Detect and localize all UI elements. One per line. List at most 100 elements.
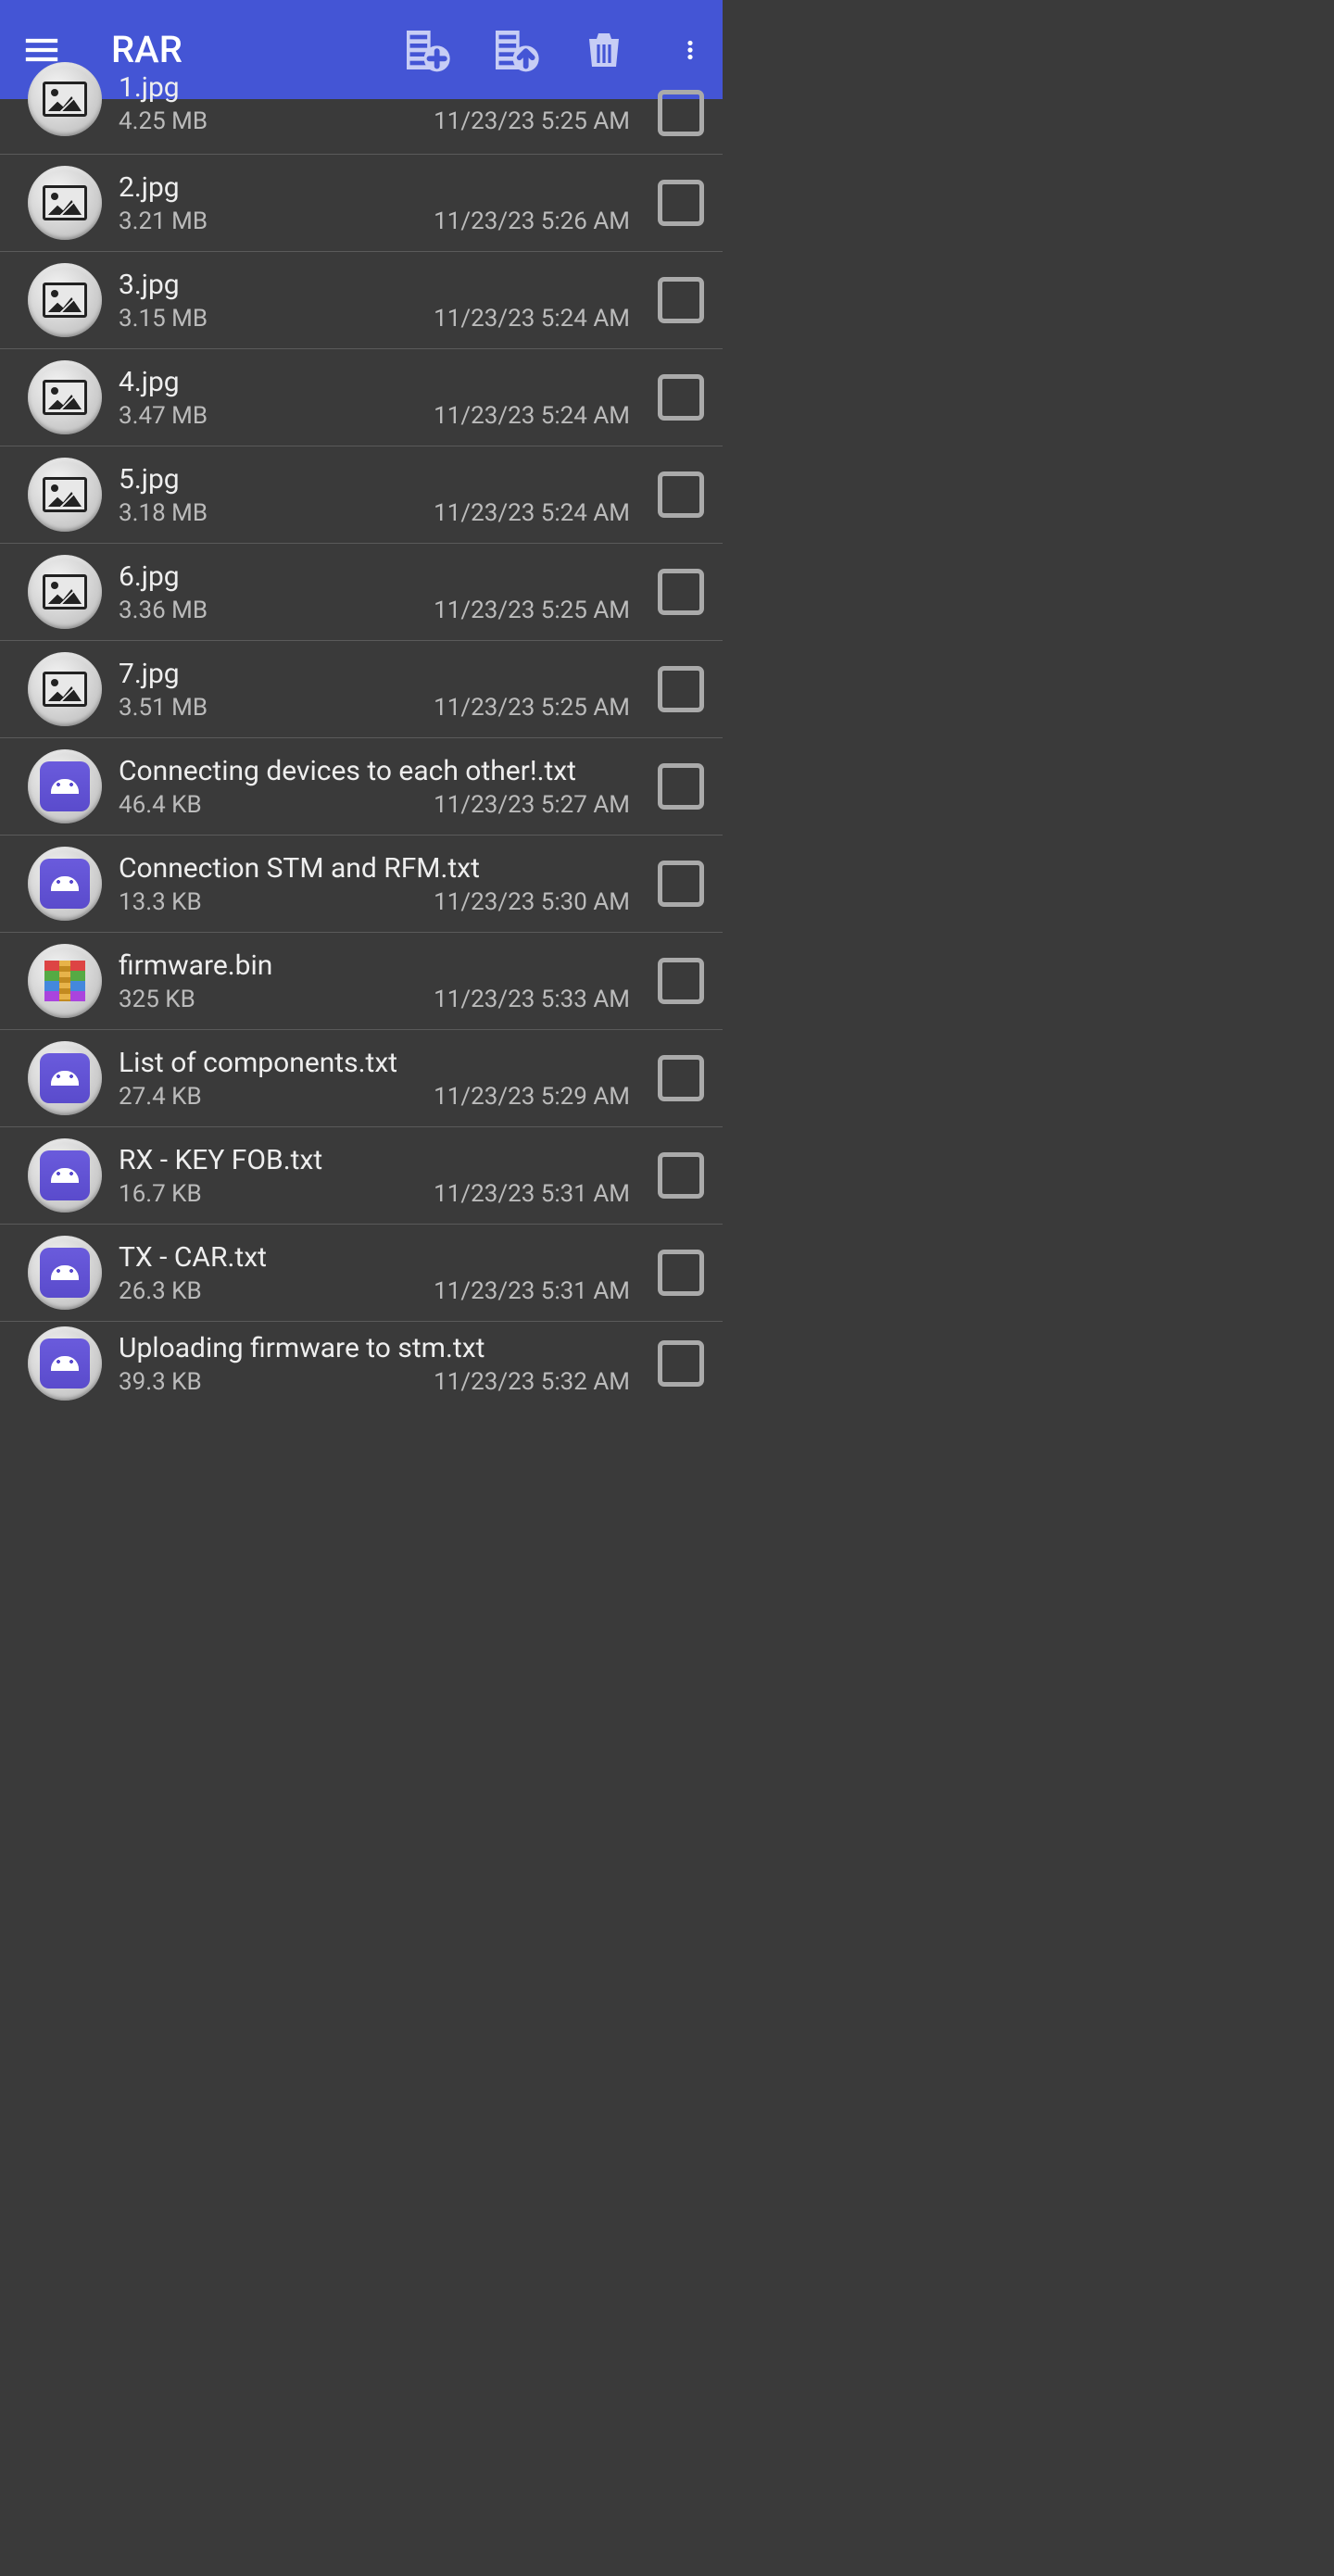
file-row[interactable]: List of components.txt27.4 KB11/23/23 5:… [0, 1030, 723, 1127]
file-type-icon [28, 458, 102, 532]
file-row[interactable]: firmware.bin325 KB11/23/23 5:33 AM [0, 933, 723, 1030]
file-name: 7.jpg [119, 658, 630, 690]
file-row[interactable]: 7.jpg 3.51 MB11/23/23 5:25 AM [0, 641, 723, 738]
file-meta: 3.51 MB11/23/23 5:25 AM [119, 694, 630, 722]
delete-button[interactable] [578, 24, 630, 76]
android-icon [40, 1248, 90, 1298]
file-type-icon [28, 360, 102, 434]
image-icon [43, 672, 87, 707]
file-info: TX - CAR.txt 26.3 KB 11/23/23 5:31 AM [119, 1241, 630, 1305]
file-info: 2.jpg 3.21 MB11/23/23 5:26 AM [119, 171, 630, 235]
file-type-icon [28, 166, 102, 240]
image-icon [43, 185, 87, 220]
file-name: 1.jpg [119, 71, 630, 104]
file-checkbox[interactable] [658, 861, 704, 907]
file-row[interactable]: Connection STM and RFM.txt13.3 KB11/23/2… [0, 836, 723, 933]
image-icon [43, 574, 87, 609]
file-size: 3.47 MB [119, 402, 208, 430]
file-checkbox[interactable] [658, 1250, 704, 1296]
file-row[interactable]: 2.jpg 3.21 MB11/23/23 5:26 AM [0, 155, 723, 252]
file-type-icon [28, 847, 102, 921]
file-info: 6.jpg 3.36 MB11/23/23 5:25 AM [119, 560, 630, 624]
file-size: 3.15 MB [119, 305, 208, 333]
file-row[interactable]: TX - CAR.txt 26.3 KB 11/23/23 5:31 AM [0, 1225, 723, 1322]
file-date: 11/23/23 5:29 AM [434, 1083, 630, 1111]
file-checkbox[interactable] [658, 569, 704, 615]
file-size: 3.21 MB [119, 207, 208, 235]
file-date: 11/23/23 5:31 AM [434, 1277, 630, 1305]
file-meta: 3.36 MB11/23/23 5:25 AM [119, 597, 630, 624]
file-name: Connecting devices to each other!.txt [119, 755, 630, 787]
file-size: 3.36 MB [119, 597, 208, 624]
file-checkbox[interactable] [658, 958, 704, 1004]
file-type-icon [28, 1138, 102, 1213]
file-date: 11/23/23 5:24 AM [434, 402, 630, 430]
file-row[interactable]: 6.jpg 3.36 MB11/23/23 5:25 AM [0, 544, 723, 641]
file-checkbox[interactable] [658, 666, 704, 712]
file-row[interactable]: Uploading firmware to stm.txt 39.3 KB 11/2… [0, 1322, 723, 1405]
file-size: 26.3 KB [119, 1277, 202, 1305]
file-row[interactable]: 1.jpg4.25 MB11/23/23 5:25 AM [0, 99, 723, 155]
file-row[interactable]: 4.jpg3.47 MB11/23/23 5:24 AM [0, 349, 723, 446]
file-row[interactable]: Connecting devices to each other!.txt 46.… [0, 738, 723, 836]
file-info: List of components.txt27.4 KB11/23/23 5:… [119, 1047, 630, 1111]
file-checkbox[interactable] [658, 763, 704, 810]
app-title: RAR [111, 28, 391, 71]
file-info: Connection STM and RFM.txt13.3 KB11/23/2… [119, 852, 630, 916]
extract-archive-button[interactable] [489, 24, 541, 76]
file-name: TX - CAR.txt [119, 1241, 630, 1274]
file-size: 46.4 KB [119, 791, 202, 819]
file-type-icon [28, 1041, 102, 1115]
file-row[interactable]: RX - KEY FOB.txt16.7 KB11/23/23 5:31 AM [0, 1127, 723, 1225]
file-type-icon [28, 749, 102, 823]
file-date: 11/23/23 5:32 AM [434, 1368, 630, 1396]
file-checkbox[interactable] [658, 1055, 704, 1101]
file-list: 1.jpg4.25 MB11/23/23 5:25 AM 2.jpg 3.21 MB… [0, 99, 723, 1405]
file-row[interactable]: 5.jpg3.18 MB11/23/23 5:24 AM [0, 446, 723, 544]
android-icon [40, 1150, 90, 1200]
archive-add-icon [400, 24, 452, 76]
file-name: Uploading firmware to stm.txt [119, 1332, 630, 1364]
file-info: 3.jpg3.15 MB11/23/23 5:24 AM [119, 269, 630, 333]
file-checkbox[interactable] [658, 1152, 704, 1199]
file-info: Uploading firmware to stm.txt 39.3 KB 11/2… [119, 1332, 630, 1396]
file-checkbox[interactable] [658, 471, 704, 518]
file-row[interactable]: 3.jpg3.15 MB11/23/23 5:24 AM [0, 252, 723, 349]
file-info: RX - KEY FOB.txt16.7 KB11/23/23 5:31 AM [119, 1144, 630, 1208]
file-size: 3.18 MB [119, 499, 208, 527]
file-date: 11/23/23 5:25 AM [434, 107, 630, 135]
file-meta: 4.25 MB11/23/23 5:25 AM [119, 107, 630, 135]
file-meta: 46.4 KB11/23/23 5:27 AM [119, 791, 630, 819]
image-icon [43, 380, 87, 415]
file-size: 325 KB [119, 986, 195, 1013]
file-name: 2.jpg [119, 171, 630, 204]
file-meta: 3.18 MB11/23/23 5:24 AM [119, 499, 630, 527]
file-date: 11/23/23 5:30 AM [434, 888, 630, 916]
image-icon [43, 477, 87, 512]
file-meta: 3.21 MB11/23/23 5:26 AM [119, 207, 630, 235]
file-date: 11/23/23 5:31 AM [434, 1180, 630, 1208]
file-size: 39.3 KB [119, 1368, 202, 1396]
file-meta: 39.3 KB 11/23/23 5:32 AM [119, 1368, 630, 1396]
image-icon [43, 283, 87, 318]
file-name: 6.jpg [119, 560, 630, 593]
archive-icon [44, 961, 85, 1001]
file-size: 3.51 MB [119, 694, 208, 722]
trash-icon [582, 28, 626, 72]
file-checkbox[interactable] [658, 277, 704, 323]
file-checkbox[interactable] [658, 180, 704, 226]
file-meta: 13.3 KB11/23/23 5:30 AM [119, 888, 630, 916]
file-info: 5.jpg3.18 MB11/23/23 5:24 AM [119, 463, 630, 527]
file-meta: 27.4 KB11/23/23 5:29 AM [119, 1083, 630, 1111]
file-meta: 325 KB11/23/23 5:33 AM [119, 986, 630, 1013]
file-checkbox[interactable] [658, 90, 704, 136]
file-checkbox[interactable] [658, 1340, 704, 1387]
file-info: Connecting devices to each other!.txt 46.… [119, 755, 630, 819]
file-meta: 16.7 KB11/23/23 5:31 AM [119, 1180, 630, 1208]
file-info: 1.jpg 4.25 MB11/23/23 5:25 AM [119, 71, 630, 135]
file-checkbox[interactable] [658, 374, 704, 421]
android-icon [40, 1053, 90, 1103]
create-archive-button[interactable] [400, 24, 452, 76]
file-type-icon [28, 62, 102, 136]
more-options-button[interactable] [676, 24, 704, 76]
